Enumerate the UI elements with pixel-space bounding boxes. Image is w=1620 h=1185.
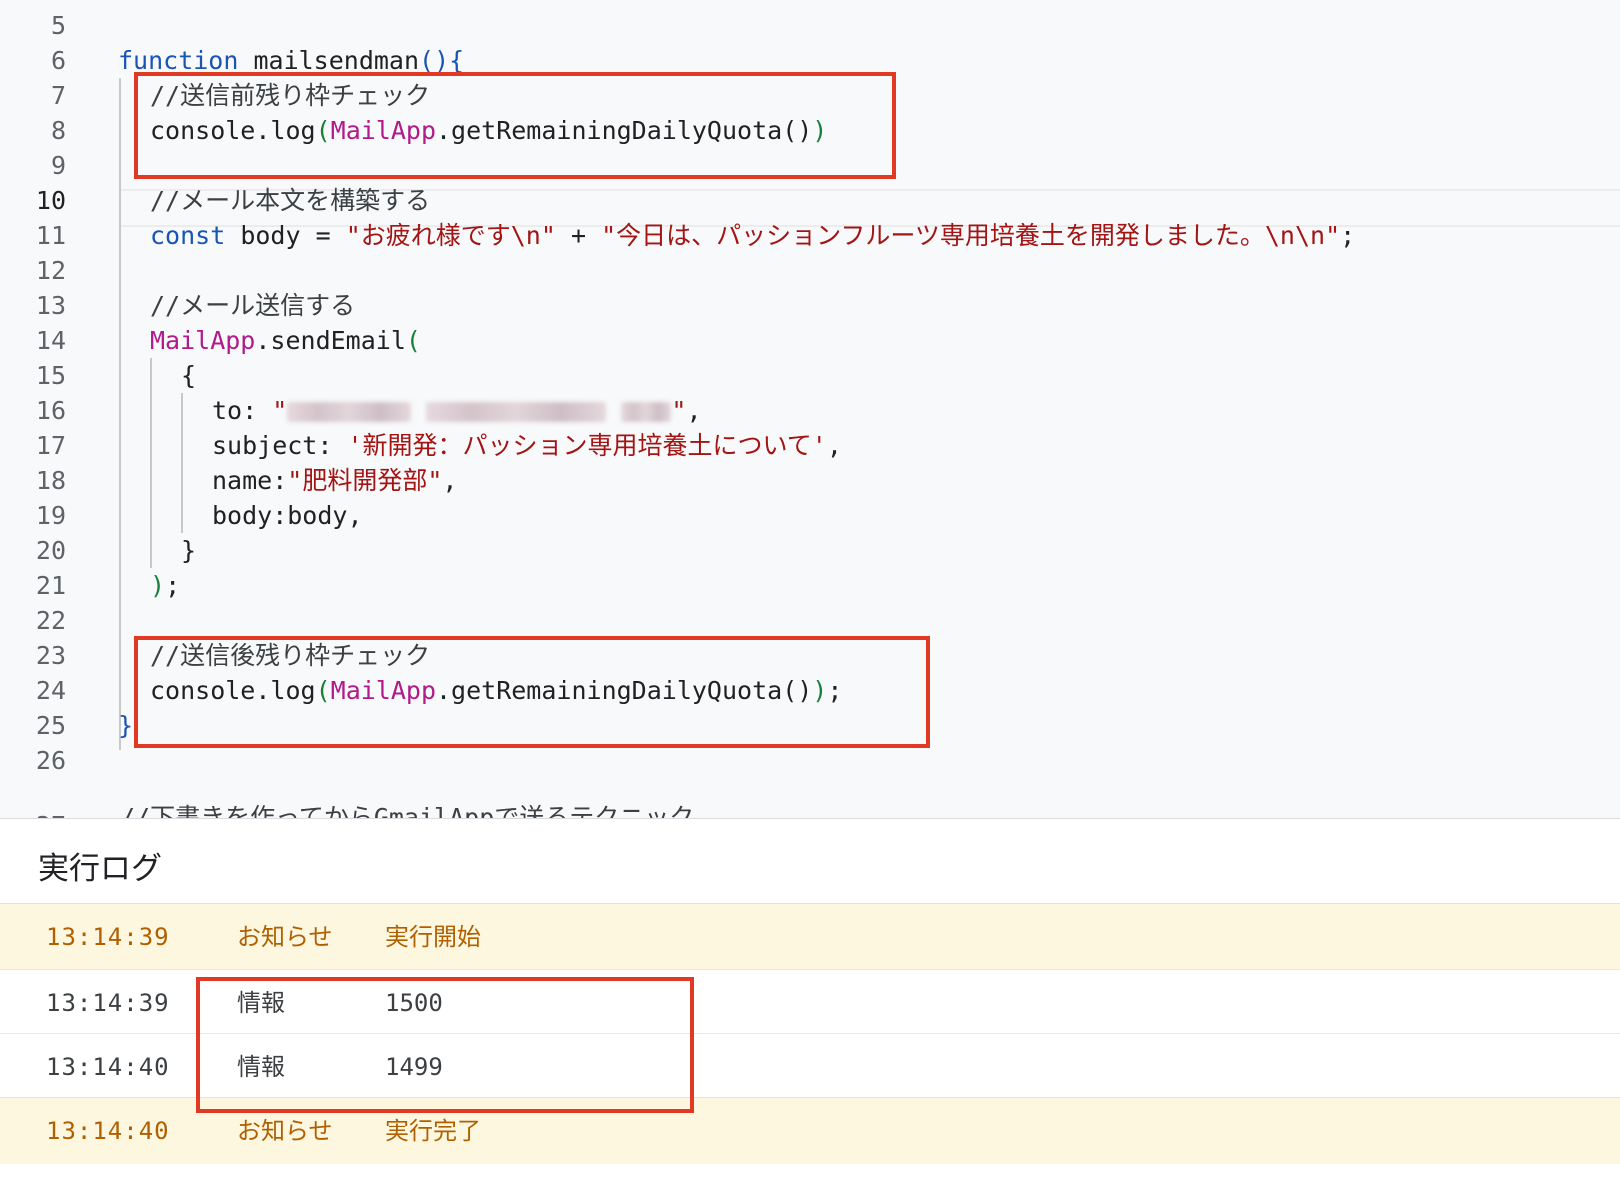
log-time: 13:14:39 — [46, 989, 170, 1017]
line-number: 22 — [35, 606, 66, 635]
line-number: 17 — [35, 431, 66, 460]
log-time: 13:14:39 — [46, 923, 170, 951]
code-line-20[interactable]: } — [181, 533, 196, 569]
indent-guide — [181, 393, 183, 533]
log-row: 13:14:39 お知らせ 実行開始 — [0, 903, 1620, 970]
line-number: 14 — [35, 326, 66, 355]
code-line-19[interactable]: body:body, — [212, 498, 363, 534]
line-number: 18 — [35, 466, 66, 495]
redacted-email — [621, 402, 672, 422]
code-editor[interactable]: 5 6 7 8 9 10 11 12 13 14 15 16 17 18 19 20 21 22 23 24 25 26 2… — [0, 0, 1620, 818]
line-number: 20 — [35, 536, 66, 565]
execution-log-panel: 実行ログ 13:14:39 お知らせ 実行開始 13:14:39 情報 1500 13:14… — [0, 818, 1620, 1185]
log-time: 13:14:40 — [46, 1053, 170, 1081]
indent-guide — [119, 78, 121, 750]
code-line-25[interactable]: } — [118, 708, 133, 744]
line-number: 25 — [35, 711, 66, 740]
code-line-18[interactable]: name:"肥料開発部", — [212, 463, 457, 499]
code-line-10[interactable]: //メール本文を構築する — [150, 183, 430, 219]
line-number: 19 — [35, 501, 66, 530]
redacted-email — [287, 402, 412, 422]
line-number: 24 — [35, 676, 66, 705]
line-number: 12 — [35, 256, 66, 285]
code-line-13[interactable]: //メール送信する — [150, 288, 355, 324]
indent-guide — [150, 358, 152, 568]
code-line-21[interactable]: ); — [150, 568, 180, 604]
line-number: 7 — [50, 81, 66, 110]
code-line-15[interactable]: { — [181, 358, 196, 394]
line-number: 6 — [50, 46, 66, 75]
line-number: 9 — [50, 151, 66, 180]
log-panel-title: 実行ログ — [38, 851, 162, 887]
redacted-email — [426, 402, 607, 422]
highlight-box-log-info — [196, 977, 694, 1113]
code-line-11[interactable]: const body = "お疲れ様です\n" + "今日は、パッションフルーツ… — [150, 218, 1355, 254]
highlight-box-after-send — [134, 636, 930, 748]
line-number: 11 — [35, 221, 66, 250]
line-number: 8 — [50, 116, 66, 145]
line-number: 21 — [35, 571, 66, 600]
line-number: 26 — [35, 746, 66, 775]
code-line-16[interactable]: to: " ", — [212, 393, 702, 429]
code-line-27[interactable]: //下書きを作ってからGmailAppで送るテクニック — [120, 800, 694, 818]
log-message: 実行開始 — [385, 923, 481, 951]
log-time: 13:14:40 — [46, 1117, 170, 1145]
log-severity: お知らせ — [237, 923, 333, 951]
line-number: 23 — [35, 641, 66, 670]
line-number: 15 — [35, 361, 66, 390]
line-number: 13 — [35, 291, 66, 320]
code-line-14[interactable]: MailApp.sendEmail( — [150, 323, 421, 359]
line-number: 27 — [0, 808, 66, 818]
line-number: 16 — [35, 396, 66, 425]
highlight-box-before-send — [134, 72, 896, 179]
line-number: 10 — [35, 186, 66, 215]
line-number: 5 — [50, 11, 66, 40]
code-line-17[interactable]: subject: '新開発：パッション専用培養土について', — [212, 428, 842, 464]
